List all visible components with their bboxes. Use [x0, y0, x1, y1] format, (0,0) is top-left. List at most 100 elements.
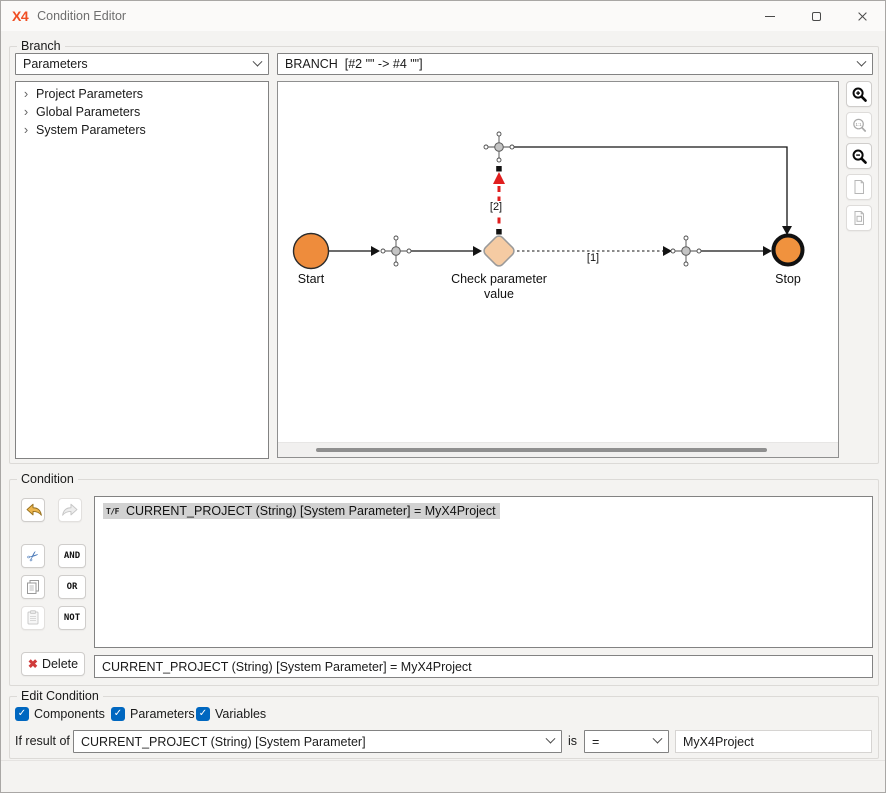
chevron-down-icon — [857, 56, 867, 66]
new-diagram-icon — [851, 179, 867, 195]
edge-handle[interactable] — [496, 229, 502, 235]
not-button-label: NOT — [64, 613, 80, 623]
condition-group-label: Condition — [17, 472, 78, 487]
checkbox-variables-label: Variables — [215, 707, 266, 721]
delete-button[interactable]: ✖ Delete — [21, 652, 85, 676]
zoom-out-icon — [851, 148, 868, 165]
edge-top-to-stop[interactable] — [512, 147, 792, 235]
decision-node[interactable] — [482, 234, 516, 268]
window-controls — [747, 1, 885, 31]
undo-icon — [24, 501, 43, 520]
and-button-label: AND — [64, 551, 80, 561]
checkbox-checked-icon[interactable]: ✓ — [196, 707, 210, 721]
maximize-icon — [812, 12, 821, 21]
edge-start-to-connector[interactable] — [329, 246, 380, 256]
redo-icon — [61, 501, 80, 520]
stop-node[interactable] — [774, 236, 803, 265]
operand-select-value: CURRENT_PROJECT (String) [System Paramet… — [81, 735, 547, 749]
checkbox-components-label: Components — [34, 707, 105, 721]
condition-row-text: CURRENT_PROJECT (String) [System Paramet… — [126, 504, 496, 518]
svg-text:1:1: 1:1 — [855, 121, 862, 126]
zoom-out-button[interactable] — [846, 143, 872, 169]
zoom-in-icon — [851, 86, 868, 103]
operator-select[interactable]: = — [584, 730, 669, 753]
edge-branch-2-selected[interactable] — [493, 166, 505, 235]
checkbox-components[interactable]: ✓ Components — [15, 707, 105, 721]
if-result-of-label: If result of — [15, 734, 70, 748]
minimize-button[interactable] — [747, 1, 793, 31]
tree-item-label: Project Parameters — [36, 87, 143, 101]
delete-x-icon: ✖ — [28, 658, 38, 670]
checkbox-parameters[interactable]: ✓ Parameters — [111, 707, 195, 721]
comparison-value-input[interactable] — [675, 730, 872, 753]
and-button[interactable]: AND — [58, 544, 86, 568]
branch-group-label: Branch — [17, 39, 65, 54]
paste-button[interactable] — [21, 606, 45, 630]
or-button-label: OR — [67, 582, 78, 592]
not-button[interactable]: NOT — [58, 606, 86, 630]
parameter-tree: › Project Parameters › Global Parameters… — [15, 81, 269, 459]
checkbox-checked-icon[interactable]: ✓ — [111, 707, 125, 721]
branch-select-value: BRANCH [#2 "" -> #4 ""] — [285, 57, 858, 71]
edge-handle[interactable] — [496, 166, 502, 172]
boolean-type-icon: T/F — [106, 507, 119, 516]
operator-select-value: = — [592, 735, 654, 749]
connector-node-3[interactable] — [671, 236, 701, 266]
condition-editor-dialog: X4 Condition Editor Branch Parameters BR… — [0, 0, 886, 793]
or-button[interactable]: OR — [58, 575, 86, 599]
chevron-down-icon — [653, 734, 663, 744]
checkbox-checked-icon[interactable]: ✓ — [15, 707, 29, 721]
maximize-button[interactable] — [793, 1, 839, 31]
connector-node-2[interactable] — [484, 132, 514, 162]
checkbox-parameters-label: Parameters — [130, 707, 195, 721]
tree-item-project-parameters[interactable]: › Project Parameters — [16, 85, 268, 103]
chevron-down-icon — [253, 56, 263, 66]
arrowhead-icon — [493, 172, 505, 184]
edge-connector-to-decision[interactable] — [409, 246, 482, 256]
checkbox-variables[interactable]: ✓ Variables — [196, 707, 266, 721]
fit-diagram-icon — [851, 210, 867, 226]
condition-row-selection[interactable]: T/F CURRENT_PROJECT (String) [System Par… — [103, 503, 500, 519]
condition-expression-field[interactable]: CURRENT_PROJECT (String) [System Paramet… — [94, 655, 873, 678]
fit-diagram-button[interactable] — [846, 205, 872, 231]
title-bar: X4 Condition Editor — [1, 1, 885, 31]
copy-button[interactable] — [21, 575, 45, 599]
workflow-diagram — [278, 82, 838, 442]
delete-button-label: Delete — [42, 657, 78, 671]
tree-item-global-parameters[interactable]: › Global Parameters — [16, 103, 268, 121]
workflow-canvas[interactable]: Start Check parameter value Stop [1] [2] — [277, 81, 839, 458]
chevron-down-icon — [546, 734, 556, 744]
edge-connector-to-stop[interactable] — [699, 246, 772, 256]
is-label: is — [568, 734, 577, 748]
zoom-in-button[interactable] — [846, 81, 872, 107]
window-title: Condition Editor — [37, 9, 126, 23]
close-button[interactable] — [839, 1, 885, 31]
parameter-category-select[interactable]: Parameters — [15, 53, 269, 75]
chevron-right-icon[interactable]: › — [16, 86, 36, 102]
copy-icon — [24, 578, 42, 596]
zoom-actual-size-icon: 1:1 — [851, 117, 868, 134]
connector-node-1[interactable] — [381, 236, 411, 266]
zoom-actual-size-button[interactable]: 1:1 — [846, 112, 872, 138]
horizontal-scrollbar[interactable] — [278, 442, 838, 457]
scrollbar-thumb[interactable] — [316, 448, 767, 452]
chevron-right-icon[interactable]: › — [16, 104, 36, 120]
cut-icon: ✂ — [24, 547, 42, 565]
close-icon — [857, 11, 868, 22]
operand-select[interactable]: CURRENT_PROJECT (String) [System Paramet… — [73, 730, 562, 753]
arrowhead-icon — [763, 246, 772, 256]
redo-button[interactable] — [58, 498, 82, 522]
condition-list[interactable]: T/F CURRENT_PROJECT (String) [System Par… — [94, 496, 873, 648]
footer-bar: Close — [1, 760, 885, 793]
cut-button[interactable]: ✂ — [21, 544, 45, 568]
minimize-icon — [765, 16, 775, 17]
condition-row[interactable]: T/F CURRENT_PROJECT (String) [System Par… — [95, 501, 872, 521]
new-diagram-button[interactable] — [846, 174, 872, 200]
x4-logo: X4 — [12, 8, 28, 24]
edge-branch-1[interactable] — [517, 246, 672, 256]
branch-select[interactable]: BRANCH [#2 "" -> #4 ""] — [277, 53, 873, 75]
chevron-right-icon[interactable]: › — [16, 122, 36, 138]
start-node[interactable] — [294, 234, 329, 269]
tree-item-system-parameters[interactable]: › System Parameters — [16, 121, 268, 139]
undo-button[interactable] — [21, 498, 45, 522]
